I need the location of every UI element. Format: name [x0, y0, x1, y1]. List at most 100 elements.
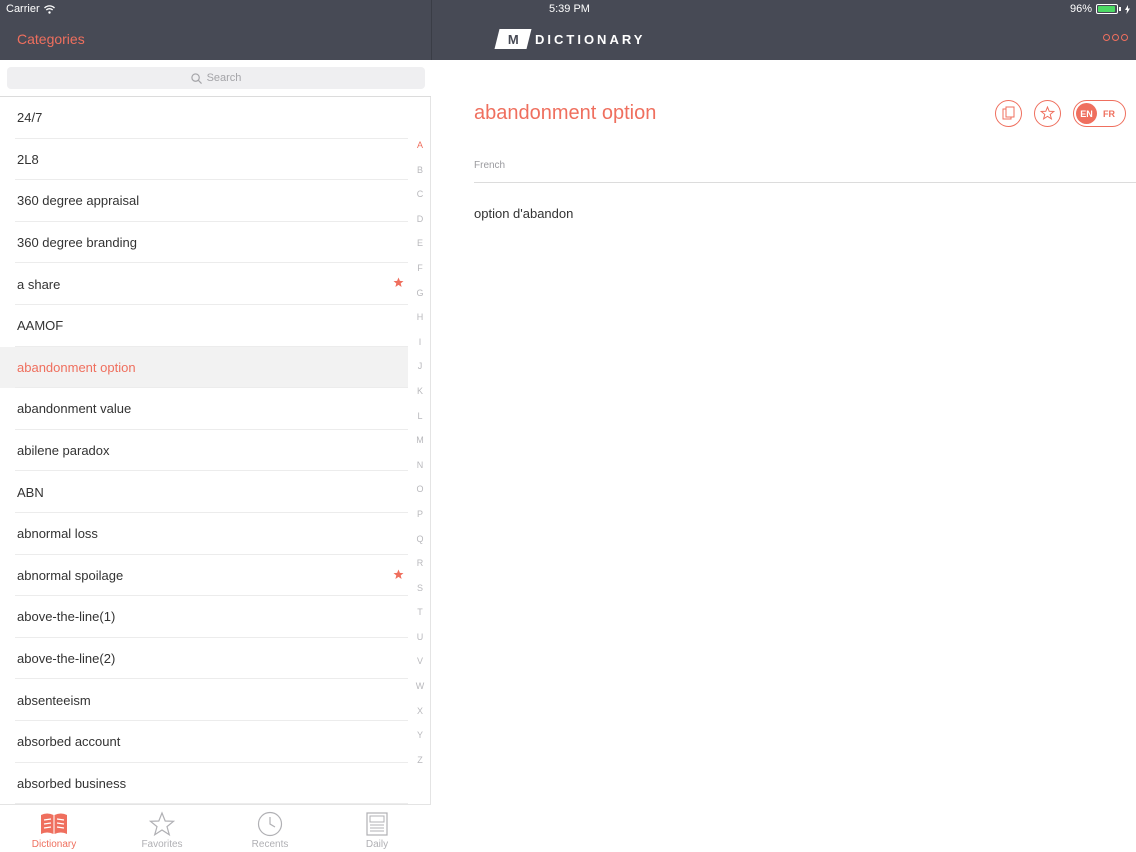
tab-dictionary[interactable]: Dictionary — [14, 811, 94, 850]
index-letter[interactable]: P — [412, 509, 428, 534]
detail-actions: EN FR — [995, 100, 1126, 127]
term-label: AAMOF — [17, 318, 64, 334]
term-label: 360 degree appraisal — [17, 193, 140, 209]
term-list: 24/7 2L8 360 degree appraisal 360 degree br… — [0, 97, 408, 804]
battery-fill — [1098, 6, 1116, 12]
index-letter[interactable]: X — [412, 706, 428, 731]
term-row[interactable]: abnormal spoilage — [0, 555, 408, 597]
index-letter[interactable]: H — [412, 312, 428, 337]
term-row[interactable]: 2L8 — [0, 139, 408, 181]
index-letter[interactable]: I — [412, 337, 428, 362]
search-input[interactable]: Search — [7, 67, 425, 89]
term-row[interactable]: abnormal loss — [0, 513, 408, 555]
status-bar: Carrier 5:39 PM 96% — [0, 0, 1136, 18]
tab-label: Recents — [251, 839, 289, 850]
index-letter[interactable]: K — [412, 386, 428, 411]
app-logo: M DICTIONARY — [494, 29, 645, 49]
term-label: 360 degree branding — [17, 235, 137, 251]
term-row[interactable]: above-the-line(1) — [0, 596, 408, 638]
index-letter[interactable]: F — [412, 263, 428, 288]
tab-recents[interactable]: Recents — [230, 811, 310, 850]
copy-button[interactable] — [995, 100, 1022, 127]
term-row[interactable]: abandonment value — [0, 388, 408, 430]
index-letter[interactable]: R — [412, 558, 428, 583]
section-divider — [474, 182, 1136, 183]
star-icon — [148, 811, 176, 837]
favorite-button[interactable] — [1034, 100, 1061, 127]
index-letter[interactable]: G — [412, 288, 428, 313]
index-letter[interactable]: D — [412, 214, 428, 239]
battery-icon — [1096, 4, 1118, 14]
book-icon — [41, 813, 67, 834]
index-letter[interactable]: E — [412, 238, 428, 263]
index-letter[interactable]: A — [412, 140, 428, 165]
lang-fr-option[interactable]: FR — [1103, 109, 1115, 119]
alphabet-index[interactable]: ABCDEFGHIJKLMNOPQRSTUVWXYZ — [412, 140, 428, 779]
index-letter[interactable]: O — [412, 484, 428, 509]
tab-label: Dictionary — [31, 839, 77, 850]
battery-indicator: 96% — [1070, 3, 1130, 15]
term-label: a share — [17, 276, 61, 292]
search-placeholder: Search — [206, 72, 242, 84]
charging-icon — [1125, 4, 1130, 14]
term-row[interactable]: absorbed account — [0, 721, 408, 763]
wifi-icon — [43, 4, 55, 14]
term-row[interactable]: abandonment option — [0, 346, 408, 389]
term-list-panel: Search 24/7 2L8 360 degree appraisal 360 de… — [0, 60, 431, 852]
tab-favorites[interactable]: Favorites — [122, 811, 202, 850]
term-row[interactable]: absorbed business — [0, 763, 408, 805]
term-label: absorbed business — [17, 775, 127, 791]
term-row[interactable]: 360 degree branding — [0, 222, 408, 264]
tab-bar: Dictionary Favorites Recents Daily — [0, 804, 431, 852]
term-row[interactable]: 360 degree appraisal — [0, 180, 408, 222]
search-icon — [190, 72, 202, 84]
term-row[interactable]: a share — [0, 263, 408, 305]
index-letter[interactable]: Y — [412, 730, 428, 755]
term-row[interactable]: ABN — [0, 471, 408, 513]
index-letter[interactable]: M — [412, 435, 428, 460]
term-row[interactable]: above-the-line(2) — [0, 638, 408, 680]
index-letter[interactable]: L — [412, 411, 428, 436]
tab-label: Favorites — [141, 839, 183, 850]
term-row[interactable]: 24/7 — [0, 97, 408, 139]
index-letter[interactable]: U — [412, 632, 428, 657]
term-label: absorbed account — [17, 734, 121, 750]
term-label: above-the-line(2) — [17, 651, 116, 667]
term-title: abandonment option — [474, 102, 657, 124]
logo-badge: M — [494, 29, 532, 49]
index-letter[interactable]: V — [412, 656, 428, 681]
top-bar: Carrier 5:39 PM 96% Categories M DICTION… — [0, 0, 1136, 60]
tab-label: Daily — [365, 839, 389, 850]
index-letter[interactable]: B — [412, 165, 428, 190]
index-letter[interactable]: C — [412, 189, 428, 214]
favorite-star-icon — [393, 277, 404, 288]
newspaper-icon — [366, 812, 388, 836]
term-label: abnormal spoilage — [17, 567, 124, 583]
term-label: abandonment value — [17, 401, 132, 417]
logo-letter: M — [507, 31, 519, 47]
term-detail-panel: abandonment option EN FR French option d… — [432, 60, 1136, 852]
term-label: 24/7 — [17, 110, 43, 126]
index-letter[interactable]: S — [412, 583, 428, 608]
term-row[interactable]: absenteeism — [0, 679, 408, 721]
term-label: abandonment option — [17, 359, 136, 375]
index-letter[interactable]: J — [412, 361, 428, 386]
carrier-label: Carrier — [6, 3, 40, 15]
search-bar: Search — [0, 60, 431, 97]
more-dots-icon[interactable] — [1103, 34, 1128, 41]
star-icon — [1040, 106, 1055, 121]
tab-daily[interactable]: Daily — [337, 811, 417, 850]
index-letter[interactable]: Z — [412, 755, 428, 780]
language-toggle[interactable]: EN FR — [1073, 100, 1126, 127]
lang-en-option[interactable]: EN — [1076, 103, 1097, 124]
index-letter[interactable]: T — [412, 607, 428, 632]
term-label: absenteeism — [17, 692, 91, 708]
term-row[interactable]: abilene paradox — [0, 430, 408, 472]
index-letter[interactable]: W — [412, 681, 428, 706]
index-letter[interactable]: N — [412, 460, 428, 485]
translation-text: option d'abandon — [474, 206, 574, 221]
carrier-indicator: Carrier — [6, 3, 55, 15]
term-row[interactable]: AAMOF — [0, 305, 408, 347]
categories-button[interactable]: Categories — [17, 31, 85, 47]
index-letter[interactable]: Q — [412, 534, 428, 559]
